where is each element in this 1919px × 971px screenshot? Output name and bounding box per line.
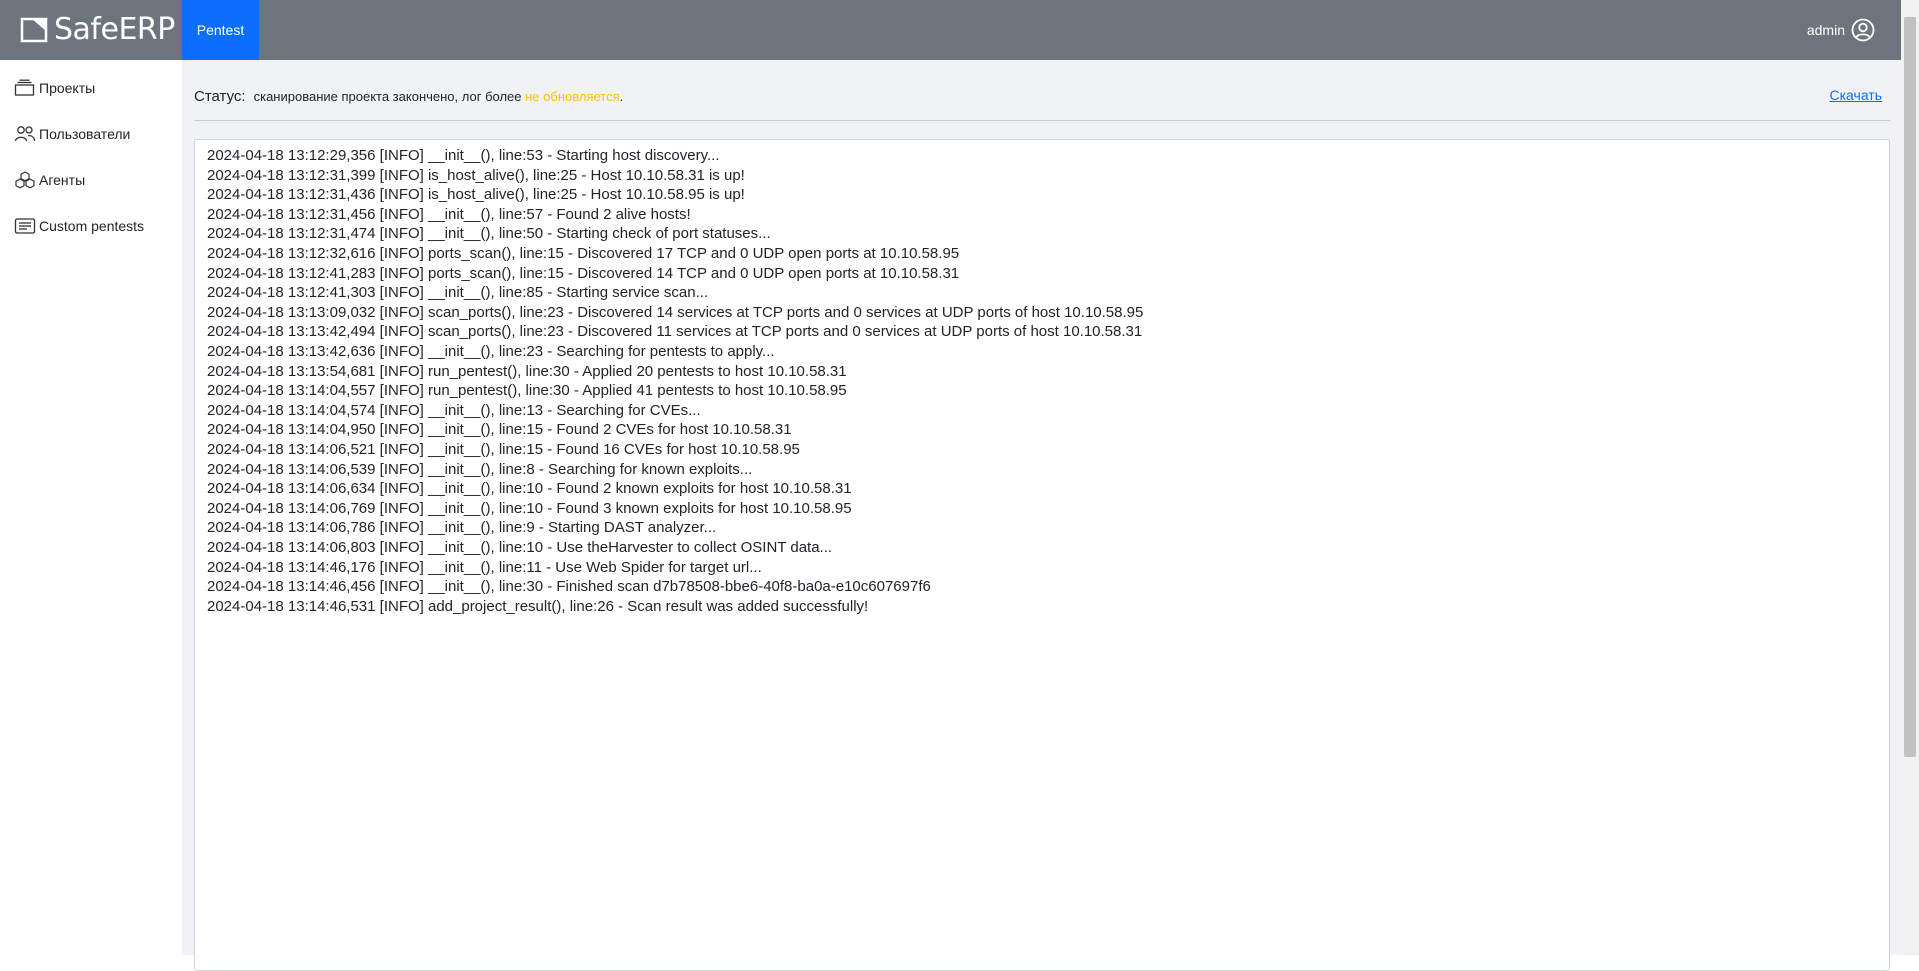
logo[interactable]: SafeERP bbox=[20, 12, 175, 48]
download-link[interactable]: Скачать bbox=[1830, 87, 1883, 103]
log-line: 2024-04-18 13:12:31,474 [INFO] __init__(… bbox=[207, 225, 771, 243]
log-line: 2024-04-18 13:14:46,531 [INFO] add_proje… bbox=[207, 597, 869, 615]
log-line: 2024-04-18 13:14:04,557 [INFO] run_pente… bbox=[207, 382, 847, 400]
user-menu[interactable]: admin bbox=[1807, 0, 1875, 60]
log-line: 2024-04-18 13:12:32,616 [INFO] ports_sca… bbox=[207, 245, 960, 262]
log-output[interactable]: 2024-04-18 13:12:29,356 [INFO] __init__(… bbox=[194, 139, 1890, 971]
log-line: 2024-04-18 13:13:42,636 [INFO] __init__(… bbox=[207, 343, 775, 360]
log-line: 2024-04-18 13:12:31,436 [INFO] is_host_a… bbox=[207, 186, 745, 204]
logo-mark-icon bbox=[20, 17, 48, 43]
sidebar-item-label: Агенты bbox=[39, 172, 86, 188]
projects-icon bbox=[14, 79, 35, 96]
main-content: Статус: сканирование проекта закончено, … bbox=[182, 60, 1901, 971]
top-navbar: SafeERP Pentest admin bbox=[0, 0, 1901, 60]
log-line: 2024-04-18 13:12:29,356 [INFO] __init__(… bbox=[207, 147, 720, 164]
tab-pentest[interactable]: Pentest bbox=[182, 0, 259, 60]
user-avatar-icon bbox=[1851, 18, 1875, 42]
status-label: Статус: bbox=[194, 87, 246, 105]
log-line: 2024-04-18 13:12:41,283 [INFO] ports_sca… bbox=[207, 264, 960, 282]
sidebar-item-users[interactable]: Пользователи bbox=[14, 122, 130, 146]
sidebar-item-label: Проекты bbox=[39, 80, 96, 96]
log-line: 2024-04-18 13:14:06,803 [INFO] __init__(… bbox=[207, 539, 833, 556]
sidebar-item-custom-pentests[interactable]: Custom pentests bbox=[14, 214, 144, 238]
log-line: 2024-04-18 13:14:06,521 [INFO] __init__(… bbox=[207, 441, 800, 458]
log-line: 2024-04-18 13:14:04,574 [INFO] __init__(… bbox=[207, 401, 701, 419]
log-line: 2024-04-18 13:14:06,634 [INFO] __init__(… bbox=[207, 480, 852, 498]
log-line: 2024-04-18 13:14:46,456 [INFO] __init__(… bbox=[207, 578, 931, 596]
log-line: 2024-04-18 13:13:09,032 [INFO] scan_port… bbox=[207, 303, 1144, 321]
log-line: 2024-04-18 13:12:31,399 [INFO] is_host_a… bbox=[207, 166, 745, 184]
sidebar-item-agents[interactable]: Агенты bbox=[14, 168, 85, 192]
status-suffix: . bbox=[619, 88, 624, 104]
status-message: сканирование проекта закончено, лог боле… bbox=[253, 88, 526, 104]
log-line: 2024-04-18 13:14:06,539 [INFO] __init__(… bbox=[207, 460, 753, 478]
sidebar: Проекты Пользователи Агенты Custom pente… bbox=[0, 60, 183, 955]
logo-text: SafeERP bbox=[54, 12, 175, 47]
log-line: 2024-04-18 13:14:06,786 [INFO] __init__(… bbox=[207, 519, 717, 537]
sidebar-item-projects[interactable]: Проекты bbox=[14, 76, 95, 100]
log-line: 2024-04-18 13:14:04,950 [INFO] __init__(… bbox=[207, 421, 792, 439]
sidebar-item-label: Пользователи bbox=[39, 126, 131, 142]
agents-icon bbox=[15, 171, 35, 189]
log-line: 2024-04-18 13:13:54,681 [INFO] run_pente… bbox=[207, 362, 847, 380]
status-row: Статус: сканирование проекта закончено, … bbox=[194, 84, 1890, 108]
user-name: admin bbox=[1806, 22, 1845, 38]
divider bbox=[194, 120, 1890, 121]
log-line: 2024-04-18 13:12:31,456 [INFO] __init__(… bbox=[207, 205, 691, 223]
log-line: 2024-04-18 13:13:42,494 [INFO] scan_port… bbox=[207, 323, 1143, 341]
log-line: 2024-04-18 13:14:06,769 [INFO] __init__(… bbox=[207, 499, 852, 517]
custom-pentests-icon bbox=[14, 218, 36, 234]
status-highlight: не обновляется bbox=[525, 88, 620, 104]
log-line: 2024-04-18 13:14:46,176 [INFO] __init__(… bbox=[207, 558, 762, 576]
scrollbar-thumb[interactable] bbox=[1904, 17, 1916, 757]
status-text: сканирование проекта закончено, лог боле… bbox=[254, 89, 624, 104]
log-line: 2024-04-18 13:12:41,303 [INFO] __init__(… bbox=[207, 284, 709, 302]
users-icon bbox=[14, 126, 36, 142]
page-scrollbar[interactable] bbox=[1901, 0, 1919, 955]
sidebar-item-label: Custom pentests bbox=[39, 218, 145, 234]
